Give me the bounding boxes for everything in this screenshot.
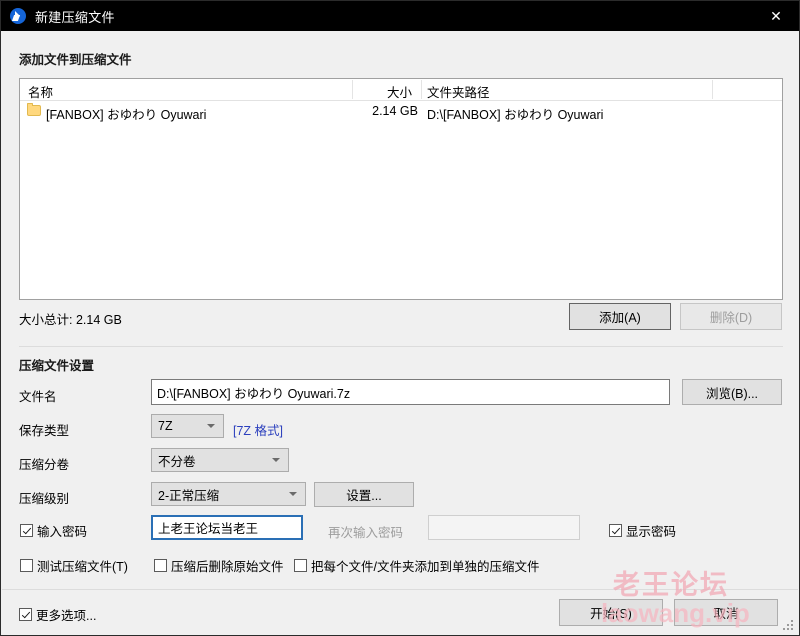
option-test-label: 测试压缩文件(T) [37,560,128,574]
total-size-label: 大小总计: 2.14 GB [19,313,122,327]
chevron-down-icon [272,458,280,462]
filename-input[interactable]: D:\[FANBOX] おゆわり Oyuwari.7z [151,379,670,405]
option-separate-archives[interactable]: 把每个文件/文件夹添加到单独的压缩文件 [294,556,539,575]
folder-icon [27,103,41,116]
title-bar: 新建压缩文件 ✕ [1,1,799,31]
volume-value: 不分卷 [158,454,196,469]
new-archive-dialog: 新建压缩文件 ✕ 添加文件到压缩文件 名称 大小 文件夹路径 [FANBOX] … [0,0,800,636]
checkbox-box [609,524,622,537]
column-header-name[interactable]: 名称 [28,82,53,101]
cell-path: D:\[FANBOX] おゆわり Oyuwari [427,108,604,122]
add-files-heading: 添加文件到压缩文件 [19,53,132,67]
format-link[interactable]: [7Z 格式] [233,420,283,439]
password-checkbox[interactable]: 输入密码 [20,521,87,540]
chevron-down-icon [289,492,297,496]
level-label: 压缩级别 [19,492,70,506]
savetype-select[interactable]: 7Z [151,414,224,438]
checkbox-box [294,559,307,572]
level-value: 2-正常压缩 [158,488,220,503]
password-confirm-label: 再次输入密码 [328,526,404,540]
more-options-checkbox[interactable]: 更多选项... [19,605,96,624]
checkbox-box [154,559,167,572]
browse-button[interactable]: 浏览(B)... [682,379,782,405]
column-divider[interactable] [421,80,422,99]
checkbox-box [19,608,32,621]
file-list-header: 名称 大小 文件夹路径 [20,79,782,101]
start-button[interactable]: 开始(S) [559,599,663,626]
password-confirm-input [428,515,580,540]
settings-heading: 压缩文件设置 [19,359,95,373]
chevron-down-icon [207,424,215,428]
checkbox-box [20,559,33,572]
filename-label: 文件名 [19,390,57,404]
add-button[interactable]: 添加(A) [569,303,671,330]
savetype-value: 7Z [158,419,173,433]
dialog-footer: 更多选项... 开始(S) 取消 [2,589,798,634]
checkbox-box [20,524,33,537]
option-separate-label: 把每个文件/文件夹添加到单独的压缩文件 [311,560,540,574]
show-password-checkbox[interactable]: 显示密码 [609,521,676,540]
dialog-body: 添加文件到压缩文件 名称 大小 文件夹路径 [FANBOX] おゆわり Oyuw… [1,31,799,635]
table-row[interactable]: [FANBOX] おゆわり Oyuwari 2.14 GB D:\[FANBOX… [20,101,782,122]
column-header-path[interactable]: 文件夹路径 [427,82,490,101]
cell-name: [FANBOX] おゆわり Oyuwari [46,108,207,122]
file-list[interactable]: 名称 大小 文件夹路径 [FANBOX] おゆわり Oyuwari 2.14 G… [19,78,783,300]
bandizip-icon [10,8,26,24]
column-divider[interactable] [712,80,713,99]
column-divider[interactable] [352,80,353,99]
cell-size: 2.14 GB [372,104,418,118]
password-checkbox-label: 输入密码 [37,525,88,539]
settings-button[interactable]: 设置... [314,482,414,507]
show-password-label: 显示密码 [626,525,677,539]
cancel-button[interactable]: 取消 [674,599,778,626]
section-divider [19,346,783,347]
close-icon[interactable]: ✕ [753,1,799,31]
option-delete-originals[interactable]: 压缩后删除原始文件 [154,556,284,575]
column-header-size[interactable]: 大小 [387,82,412,101]
volume-select[interactable]: 不分卷 [151,448,289,472]
level-select[interactable]: 2-正常压缩 [151,482,306,506]
volume-label: 压缩分卷 [19,458,70,472]
resize-grip[interactable] [783,620,794,631]
delete-button: 删除(D) [680,303,782,330]
password-input[interactable]: 上老王论坛当老王 [151,515,303,540]
option-delete-label: 压缩后删除原始文件 [171,560,284,574]
more-options-label: 更多选项... [36,609,97,623]
window-title: 新建压缩文件 [35,9,115,25]
option-test-archive[interactable]: 测试压缩文件(T) [20,556,128,575]
savetype-label: 保存类型 [19,424,70,438]
